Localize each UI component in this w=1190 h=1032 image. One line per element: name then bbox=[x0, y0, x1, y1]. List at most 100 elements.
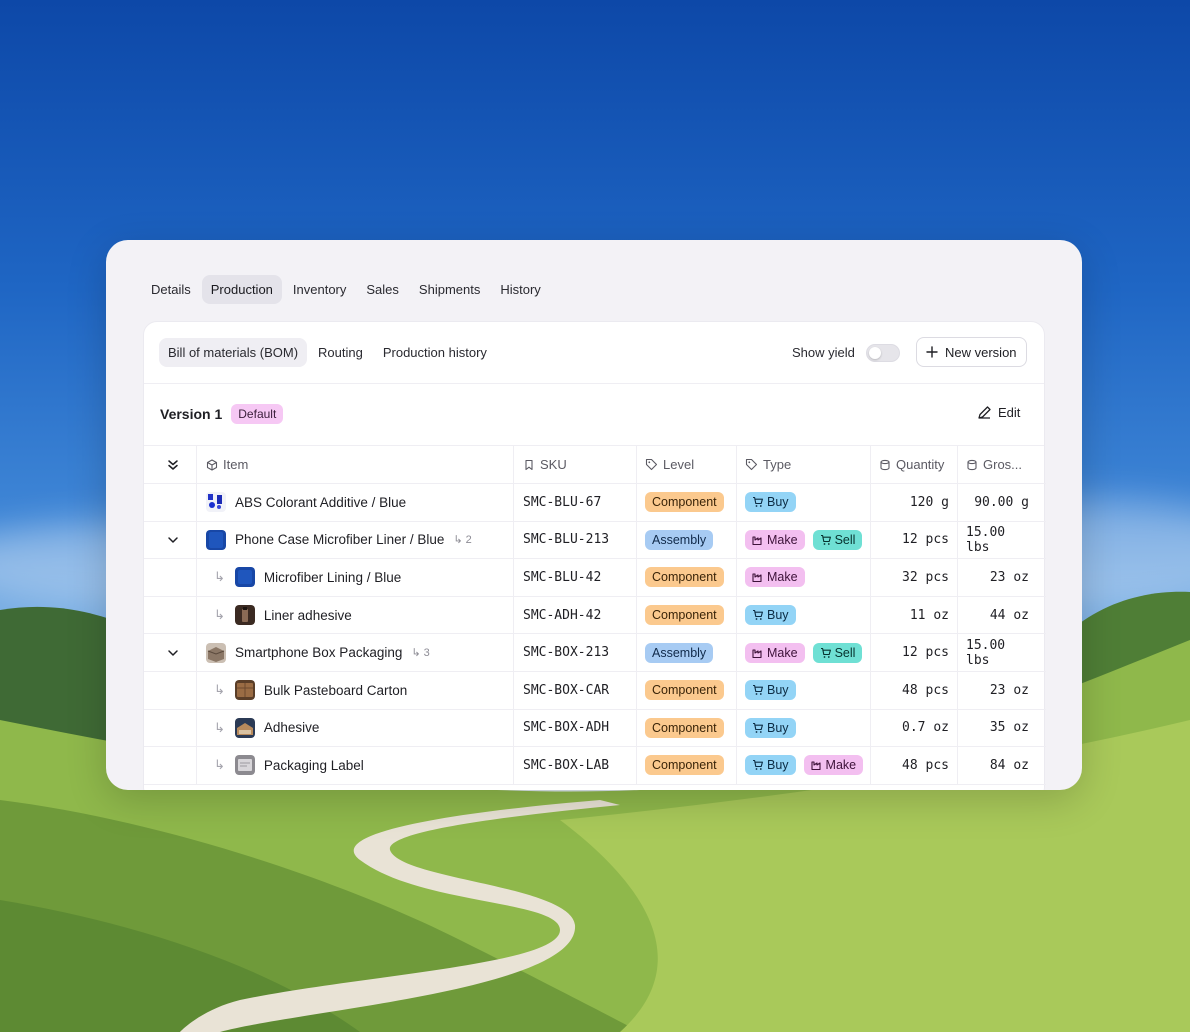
level-badge-component: Component bbox=[645, 717, 724, 738]
column-header-type[interactable]: Type bbox=[745, 446, 791, 483]
column-header-level[interactable]: Level bbox=[645, 446, 694, 483]
type-label: Buy bbox=[767, 758, 789, 773]
column-divider bbox=[636, 446, 637, 483]
type-badge-buy: Buy bbox=[745, 492, 796, 513]
item-cell: Smartphone Box Packaging ↳ 3 bbox=[206, 634, 430, 671]
child-count: ↳ 3 bbox=[411, 646, 429, 659]
table-row[interactable]: ↳ Adhesive SMC-BOX-ADH Component Buy 0.7… bbox=[144, 709, 1046, 748]
level-badge-component: Component bbox=[645, 755, 724, 776]
version-header: Version 1 Default bbox=[160, 404, 284, 424]
bom-table: Item SKU Level Type Quantity Gros... ABS… bbox=[144, 446, 1046, 785]
quantity-cell: 48 pcs bbox=[902, 757, 949, 773]
type-label: Buy bbox=[767, 608, 789, 623]
tab-routing[interactable]: Routing bbox=[309, 338, 372, 367]
tab-production[interactable]: Production bbox=[201, 275, 282, 304]
column-divider bbox=[957, 446, 958, 483]
item-thumbnail bbox=[234, 567, 255, 588]
column-divider bbox=[513, 446, 514, 483]
column-divider bbox=[636, 709, 637, 747]
cylinder-icon bbox=[880, 459, 890, 470]
tab-shipments[interactable]: Shipments bbox=[410, 275, 489, 304]
table-row[interactable]: ABS Colorant Additive / Blue SMC-BLU-67 … bbox=[144, 484, 1046, 522]
tab-history[interactable]: History bbox=[491, 275, 549, 304]
tab-sales[interactable]: Sales bbox=[357, 275, 408, 304]
gross-cell: 90.00 g bbox=[974, 494, 1029, 510]
type-cell: Buy bbox=[745, 672, 804, 709]
type-cell: Buy Make bbox=[745, 747, 871, 784]
chevron-down-icon[interactable] bbox=[167, 522, 179, 559]
type-badge-sell: Sell bbox=[812, 642, 863, 663]
tab-details[interactable]: Details bbox=[142, 275, 200, 304]
type-badge-buy: Buy bbox=[745, 680, 796, 701]
quantity-cell: 48 pcs bbox=[902, 682, 949, 698]
table-row[interactable]: Phone Case Microfiber Liner / Blue ↳ 2 S… bbox=[144, 521, 1046, 560]
show-yield-toggle[interactable] bbox=[866, 344, 900, 362]
new-version-button[interactable]: New version bbox=[916, 337, 1027, 367]
type-badge-sell: Sell bbox=[812, 529, 863, 550]
tab-bill-of-materials[interactable]: Bill of materials (BOM) bbox=[159, 338, 308, 367]
item-name: Microfiber Lining / Blue bbox=[263, 569, 402, 585]
type-badge-make: Make bbox=[745, 642, 805, 663]
gross-cell: 35 oz bbox=[989, 720, 1029, 736]
sku-cell: SMC-BOX-CAR bbox=[523, 682, 610, 698]
edit-button[interactable]: Edit bbox=[977, 405, 1020, 420]
level-badge-component: Component bbox=[645, 492, 724, 513]
sku-cell: SMC-BLU-213 bbox=[523, 532, 610, 548]
table-row[interactable]: ↳ Bulk Pasteboard Carton SMC-BOX-CAR Com… bbox=[144, 671, 1046, 710]
column-divider bbox=[957, 747, 958, 784]
level-cell: Assembly bbox=[645, 522, 721, 559]
type-label: Sell bbox=[834, 645, 856, 660]
item-thumbnail bbox=[234, 680, 255, 701]
column-header-sku[interactable]: SKU bbox=[523, 446, 567, 483]
item-name: Packaging Label bbox=[263, 757, 364, 773]
box-icon bbox=[206, 458, 218, 471]
type-label: Make bbox=[767, 532, 798, 547]
gross-cell: 84 oz bbox=[989, 757, 1029, 773]
sku-cell: SMC-BOX-LAB bbox=[523, 757, 610, 773]
sku-cell: SMC-BLU-67 bbox=[523, 494, 602, 510]
column-divider bbox=[196, 559, 197, 596]
child-branch-icon: ↳ bbox=[214, 719, 225, 735]
column-label: Level bbox=[663, 457, 695, 472]
table-row[interactable]: ↳ Packaging Label SMC-BOX-LAB Component … bbox=[144, 747, 1046, 785]
tab-production-history[interactable]: Production history bbox=[374, 338, 496, 367]
child-count-value: 2 bbox=[465, 534, 472, 547]
cart-icon bbox=[753, 610, 763, 620]
table-row[interactable]: ↳ Liner adhesive SMC-ADH-42 Component Bu… bbox=[144, 596, 1046, 635]
column-divider bbox=[870, 521, 871, 559]
type-badge-buy: Buy bbox=[745, 605, 796, 626]
table-row[interactable]: Smartphone Box Packaging ↳ 3 SMC-BOX-213… bbox=[144, 634, 1046, 672]
column-divider bbox=[636, 747, 637, 784]
gross-cell: 23 oz bbox=[989, 569, 1029, 585]
sku-cell: SMC-ADH-42 bbox=[523, 607, 602, 623]
item-name: ABS Colorant Additive / Blue bbox=[235, 494, 407, 510]
new-version-label: New version bbox=[945, 344, 1017, 360]
type-cell: Buy bbox=[745, 597, 804, 634]
sku-cell: SMC-BOX-ADH bbox=[523, 720, 610, 736]
column-divider bbox=[870, 446, 871, 483]
type-cell: Buy bbox=[745, 710, 804, 747]
column-divider bbox=[870, 634, 871, 671]
sub-tab-bar: Bill of materials (BOM) Routing Producti… bbox=[159, 338, 496, 367]
child-count-value: 3 bbox=[423, 647, 430, 660]
chevron-down-icon[interactable] bbox=[167, 634, 179, 671]
item-name: Adhesive bbox=[263, 720, 320, 736]
column-label: Gros... bbox=[983, 457, 1023, 472]
sku-cell: SMC-BOX-213 bbox=[523, 645, 610, 661]
gross-cell: 15.00 lbs bbox=[966, 637, 1006, 668]
column-header-gross[interactable]: Gros... bbox=[966, 446, 1022, 483]
collapse-all-icon[interactable] bbox=[167, 446, 181, 483]
column-divider bbox=[957, 521, 958, 559]
column-header-quantity[interactable]: Quantity bbox=[879, 446, 944, 483]
column-header-item[interactable]: Item bbox=[206, 446, 248, 483]
column-divider bbox=[957, 484, 958, 521]
tab-inventory[interactable]: Inventory bbox=[284, 275, 355, 304]
item-thumbnail bbox=[234, 717, 255, 738]
column-divider bbox=[196, 709, 197, 747]
production-panel: Bill of materials (BOM) Routing Producti… bbox=[143, 321, 1046, 790]
sku-cell: SMC-BLU-42 bbox=[523, 569, 602, 585]
pencil-icon bbox=[978, 406, 991, 419]
type-label: Buy bbox=[767, 495, 789, 510]
table-row[interactable]: ↳ Microfiber Lining / Blue SMC-BLU-42 Co… bbox=[144, 559, 1046, 597]
edit-label: Edit bbox=[998, 405, 1021, 420]
